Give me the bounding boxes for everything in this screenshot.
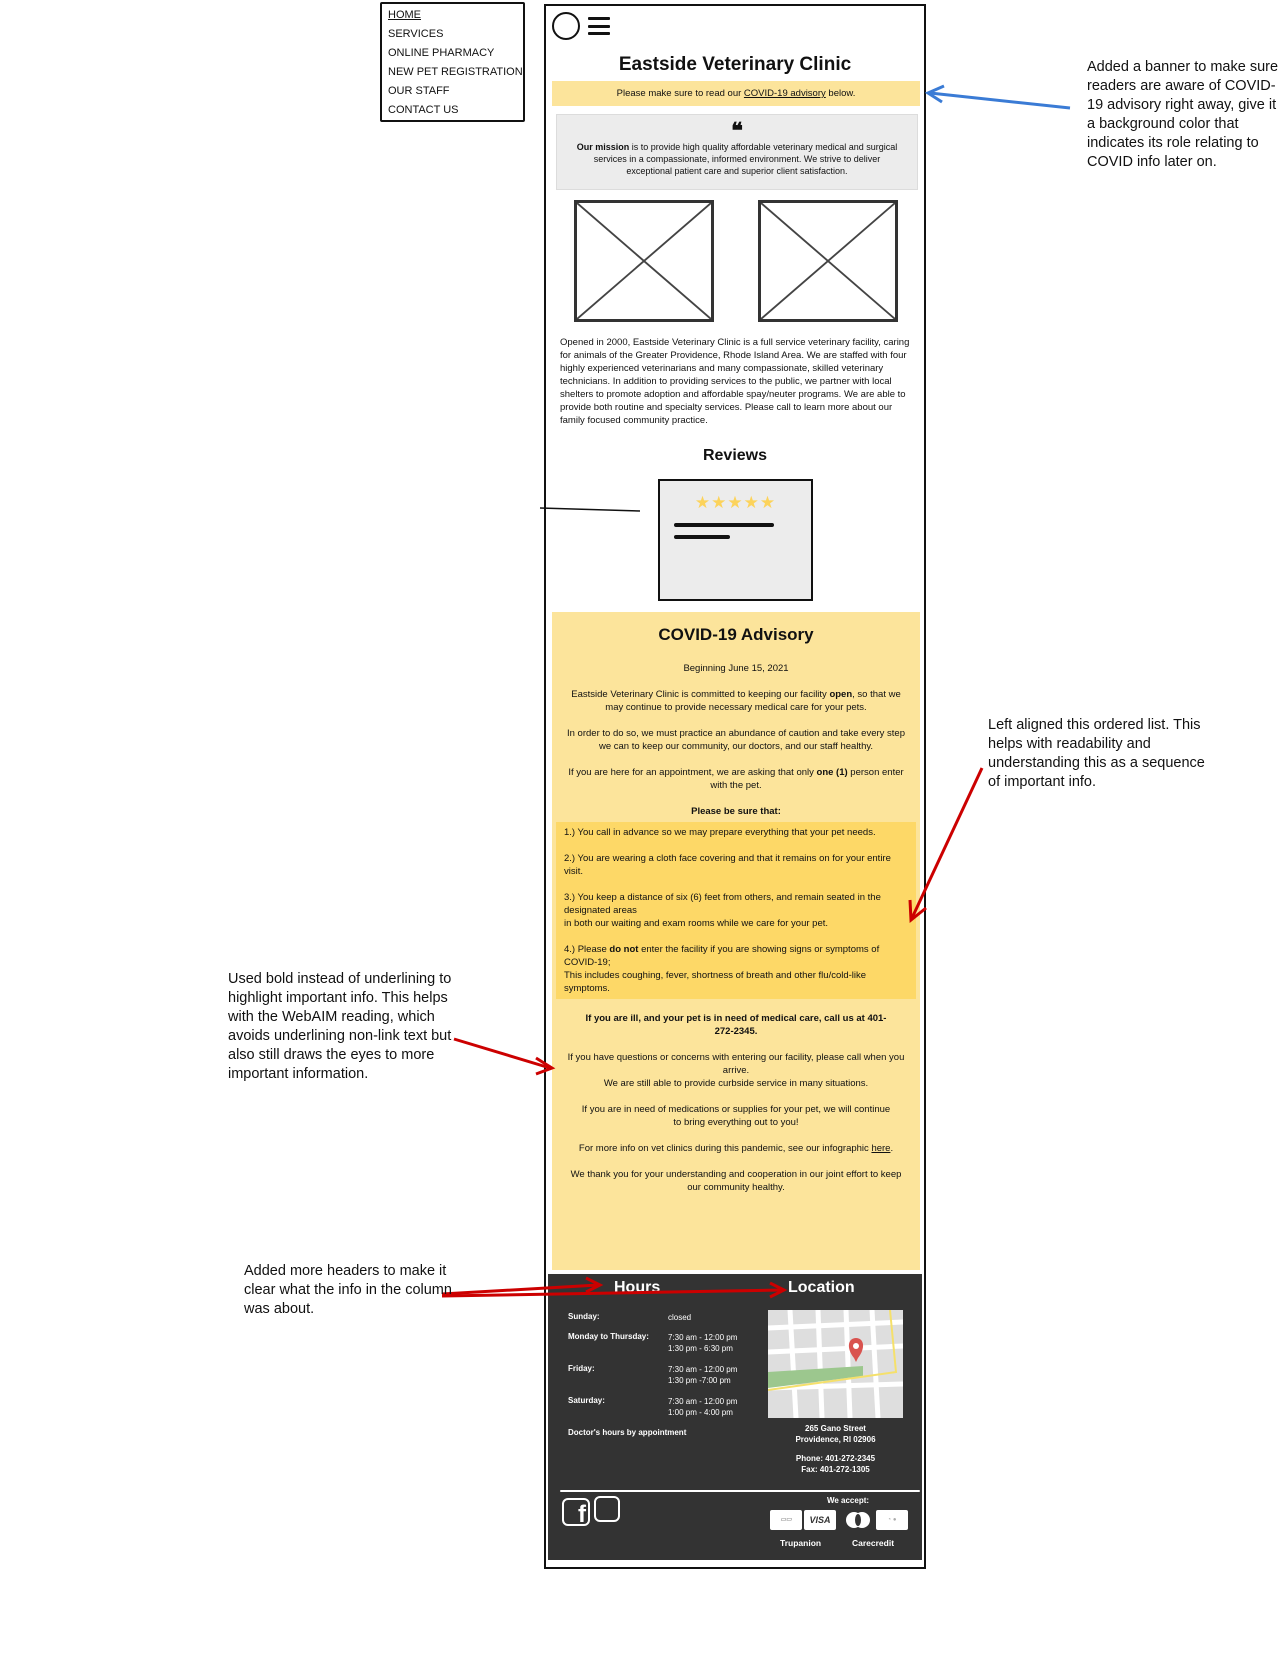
covid-para-open: Eastside Veterinary Clinic is committed …: [571, 689, 901, 713]
hours-time: 7:30 am - 12:00 pm 1:30 pm -7:00 pm: [668, 1365, 738, 1385]
covid-ill-callout: If you are ill, and your pet is in need …: [585, 1013, 887, 1037]
covid-para-medications: If you are in need of medications or sup…: [581, 1104, 891, 1128]
hamburger-menu-icon[interactable]: [588, 17, 610, 35]
amex-card-icon: ▭▭: [770, 1510, 802, 1530]
location-map[interactable]: [768, 1310, 903, 1418]
covid-para-thanks: We thank you for your understanding and …: [570, 1169, 902, 1193]
covid-para-infographic: For more info on vet clinics during this…: [578, 1143, 894, 1154]
nav-item-services[interactable]: SERVICES: [388, 25, 517, 44]
mission-box: ❝ Our mission is to provide high quality…: [556, 114, 918, 190]
star-rating-icon: ★★★★★: [694, 493, 777, 512]
review-text-scribble: [674, 535, 730, 539]
covid-ordered-list: 1.) You call in advance so we may prepar…: [556, 822, 916, 999]
review-card[interactable]: ★★★★★: [658, 479, 813, 601]
covid-para-questions: If you have questions or concerns with e…: [567, 1052, 905, 1089]
instagram-icon[interactable]: [594, 1496, 620, 1522]
reviews-heading: Reviews: [702, 447, 768, 464]
trupanion-label: Trupanion: [780, 1538, 822, 1548]
hours-time: closed: [668, 1313, 692, 1322]
visa-card-icon: VISA: [804, 1510, 836, 1530]
annotation-headers-note: Added more headers to make it clear what…: [244, 1263, 452, 1317]
facebook-icon[interactable]: f: [562, 1498, 590, 1526]
banner-text-pre: Please make sure to read our: [616, 88, 744, 99]
covid-para-caution: In order to do so, we must practice an a…: [567, 728, 905, 752]
top-bar: [552, 12, 610, 40]
banner-text-post: below.: [825, 88, 856, 99]
mastercard-icon: [842, 1510, 874, 1530]
covid-heading: COVID-19 Advisory: [658, 625, 814, 644]
hours-day: Sunday:: [568, 1312, 600, 1321]
review-text-scribble: [674, 523, 774, 527]
logo-icon[interactable]: [552, 12, 580, 40]
nav-item-our-staff[interactable]: OUR STAFF: [388, 82, 517, 101]
infographic-link[interactable]: here: [871, 1143, 890, 1154]
hours-day: Friday:: [568, 1364, 595, 1373]
covid-date: Beginning June 15, 2021: [683, 663, 789, 674]
annotation-bold-note: Used bold instead of underlining to high…: [228, 971, 452, 1082]
covid-para-appointment: If you are here for an appointment, we a…: [568, 767, 904, 791]
we-accept-label: We accept:: [826, 1496, 870, 1505]
annotation-list-note: Left aligned this ordered list. This hel…: [988, 717, 1205, 790]
mobile-wireframe: Eastside Veterinary Clinic Please make s…: [544, 4, 926, 1569]
nav-item-new-pet-registration[interactable]: NEW PET REGISTRATION: [388, 63, 523, 82]
hours-day: Monday to Thursday:: [568, 1332, 649, 1341]
list-item: 1.) You call in advance so we may prepar…: [564, 827, 876, 838]
annotation-banner-note: Added a banner to make sure readers are …: [1087, 59, 1279, 170]
quote-icon: ❝: [731, 118, 743, 144]
footer: Hours Location Sunday: closed Monday to …: [548, 1274, 922, 1560]
covid-advisory-section: COVID-19 Advisory Beginning June 15, 202…: [552, 612, 920, 1270]
covid-list-heading: Please be sure that:: [691, 806, 781, 817]
site-title: Eastside Veterinary Clinic: [618, 54, 852, 75]
list-item: 4.) Please do not enter the facility if …: [564, 944, 880, 994]
nav-dropdown-menu: HOME SERVICES ONLINE PHARMACY NEW PET RE…: [380, 2, 525, 122]
mission-lead: Our mission: [576, 142, 630, 152]
contact-numbers: Phone: 401-272-2345 Fax: 401-272-1305: [795, 1454, 876, 1474]
footer-divider: [560, 1490, 920, 1492]
address: 265 Gano Street Providence, RI 02906: [795, 1424, 876, 1444]
image-placeholder-1: [574, 200, 714, 322]
nav-item-contact-us[interactable]: CONTACT US: [388, 101, 517, 120]
nav-item-online-pharmacy[interactable]: ONLINE PHARMACY: [388, 44, 517, 63]
list-item: 2.) You are wearing a cloth face coverin…: [564, 853, 891, 877]
covid-advisory-link[interactable]: COVID-19 advisory: [744, 88, 826, 99]
hours-heading: Hours: [614, 1279, 661, 1296]
about-paragraph: Opened in 2000, Eastside Veterinary Clin…: [560, 337, 910, 426]
location-heading: Location: [788, 1279, 855, 1296]
doctor-hours-note: Doctor's hours by appointment: [568, 1428, 687, 1437]
hours-day: Saturday:: [568, 1396, 605, 1405]
nav-item-home[interactable]: HOME: [388, 6, 517, 25]
hours-time: 7:30 am - 12:00 pm 1:00 pm - 4:00 pm: [668, 1397, 738, 1417]
list-item: 3.) You keep a distance of six (6) feet …: [564, 892, 881, 929]
hours-time: 7:30 am - 12:00 pm 1:30 pm - 6:30 pm: [668, 1333, 738, 1353]
carecredit-label: Carecredit: [852, 1538, 895, 1548]
image-placeholder-2: [758, 200, 898, 322]
covid-banner: Please make sure to read our COVID-19 ad…: [552, 81, 920, 106]
mission-text: is to provide high quality affordable ve…: [593, 142, 898, 176]
discover-card-icon: ◔ ●: [876, 1510, 908, 1530]
